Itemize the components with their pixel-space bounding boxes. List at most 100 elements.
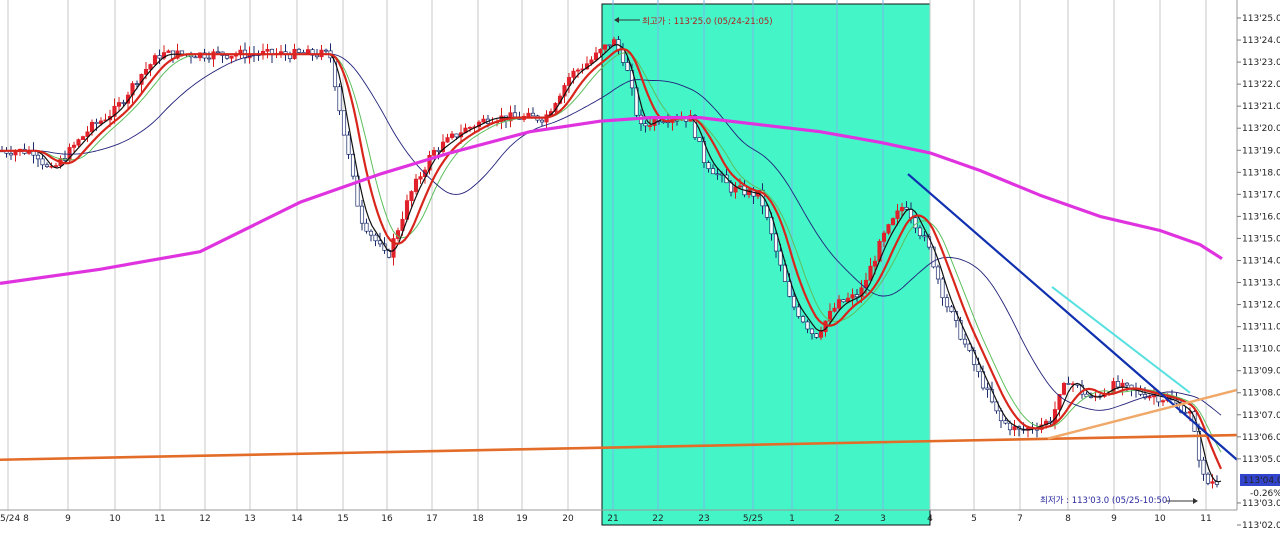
candle-body	[53, 165, 59, 167]
x-tick-label: 23	[698, 514, 709, 524]
candle-body	[1147, 396, 1152, 399]
y-tick-label: 113'14.0	[1242, 256, 1280, 266]
x-tick-label: 12	[199, 514, 210, 524]
candle-body	[1115, 381, 1121, 388]
candle-body	[935, 266, 941, 280]
y-tick-label: 113'12.0	[1242, 301, 1280, 311]
x-tick-label: 4	[927, 514, 933, 524]
candle-body	[80, 136, 86, 140]
y-tick-label: 113'17.0	[1242, 190, 1280, 200]
x-tick-label: 18	[472, 514, 484, 524]
candle-body	[418, 176, 423, 180]
candle-body	[8, 152, 14, 156]
candle-body	[620, 49, 626, 63]
candle-body	[1124, 382, 1130, 386]
candle-body	[800, 316, 806, 323]
x-tick-label: 20	[562, 514, 574, 524]
candle-body	[413, 178, 419, 192]
y-axis: 113'02.0 113'03.0 113'05.0 113'06.0 113'07.0…	[1236, 0, 1280, 550]
candle-body	[805, 321, 810, 330]
y-tick-label: 113'19.0	[1242, 146, 1280, 156]
trendline-cyan	[1051, 286, 1191, 394]
candle-body	[715, 173, 720, 176]
x-tick-label: 3	[880, 514, 886, 524]
candle-body	[809, 328, 815, 335]
candle-body	[881, 232, 887, 242]
candle-body	[368, 230, 374, 236]
candle-body	[166, 50, 171, 53]
candle-body	[116, 102, 122, 107]
candle-body	[134, 83, 140, 85]
x-tick-label: 7	[1017, 514, 1023, 524]
candle-body	[436, 149, 441, 152]
x-tick-label: 1	[789, 514, 795, 524]
x-tick-label: 15	[337, 514, 348, 524]
x-tick-label: 5	[971, 514, 977, 524]
candle-body	[449, 133, 455, 138]
candle-body	[44, 164, 50, 167]
y-tick-label: 113'24.0	[1242, 36, 1280, 46]
candle-body	[598, 48, 603, 54]
candle-body	[40, 158, 45, 166]
candle-body	[1088, 396, 1094, 398]
candle-body	[94, 121, 99, 125]
candle-body	[346, 134, 351, 155]
candle-body	[193, 56, 198, 59]
candle-body	[530, 112, 536, 117]
candle-body	[850, 294, 855, 299]
candle-body	[364, 222, 369, 232]
x-tick-label: 8	[1065, 514, 1071, 524]
x-tick-label: 22	[652, 514, 663, 524]
candle-body	[71, 144, 77, 148]
candle-body	[1205, 473, 1211, 484]
x-tick-label: 11	[1200, 514, 1211, 524]
candle-body	[13, 151, 18, 156]
low-annotation: 최저가 : 113'03.0 (05/25-10:50)	[1040, 495, 1198, 506]
candle-body	[89, 121, 95, 133]
candle-body	[1012, 426, 1017, 431]
candle-body	[697, 137, 702, 142]
x-tick-label: 11	[154, 514, 165, 524]
candle-body	[571, 70, 576, 78]
y-tick-label: 113'22.0	[1242, 80, 1280, 90]
y-tick-label: 113'11.0	[1242, 323, 1280, 333]
y-tick-label: 113'10.0	[1242, 345, 1280, 355]
candle-body	[431, 149, 437, 156]
candle-body	[643, 123, 648, 127]
high-annotation-text: 최고가 : 113'25.0 (05/24-21:05)	[642, 16, 773, 27]
candle-body	[917, 227, 923, 237]
candle-body	[818, 331, 824, 338]
y-tick-label: 113'02.0	[1242, 521, 1280, 531]
candle-body	[157, 55, 162, 59]
x-tick-label: 21	[607, 514, 618, 524]
y-tick-label: 113'08.0	[1242, 389, 1280, 399]
y-tick-label: 113'15.0	[1242, 234, 1280, 244]
candle-body	[814, 333, 819, 338]
candle-body	[872, 260, 878, 267]
candle-body	[985, 387, 990, 390]
candle-body	[229, 55, 234, 59]
candle-body	[593, 52, 599, 61]
candle-body	[337, 86, 342, 112]
candle-body	[467, 127, 473, 129]
x-tick-label: 10	[109, 514, 121, 524]
price-chart: 113'02.0 113'03.0 113'05.0 113'06.0 113'07.0…	[0, 0, 1280, 550]
candle-body	[265, 48, 270, 52]
candle-body	[791, 296, 797, 308]
y-tick-label: 113'25.0	[1242, 14, 1280, 24]
candle-body	[575, 69, 581, 72]
candle-body	[323, 49, 329, 52]
x-tick-label: 13	[244, 514, 255, 524]
candle-body	[1160, 400, 1166, 403]
candle-body	[944, 297, 950, 308]
candle-body	[1201, 459, 1206, 475]
candle-body	[710, 168, 716, 175]
x-tick-label: 9	[65, 514, 71, 524]
x-tick-label: 5/25	[743, 514, 763, 524]
y-tick-label: 113'13.0	[1242, 279, 1280, 289]
candle-body	[76, 139, 81, 146]
candle-body	[832, 307, 837, 312]
candle-body	[868, 265, 873, 281]
low-annotation-text: 최저가 : 113'03.0 (05/25-10:50)	[1040, 495, 1171, 506]
candle-body	[512, 112, 518, 118]
